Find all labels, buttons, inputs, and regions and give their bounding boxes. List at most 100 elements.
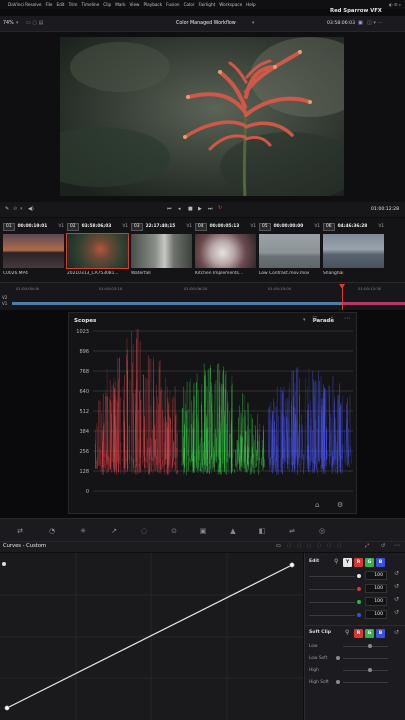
timeline-clip-bar-pink[interactable] bbox=[342, 302, 405, 305]
red-slider[interactable] bbox=[309, 589, 355, 590]
expand-icon[interactable]: ⤢ bbox=[328, 316, 333, 324]
rgb-mixer-icon[interactable]: ◔ bbox=[46, 525, 58, 537]
color-wheels-icon[interactable]: ⇄ bbox=[14, 525, 26, 537]
soft-clip-blue-chip[interactable]: B bbox=[376, 629, 385, 638]
go-to-start-icon[interactable]: ⏮ bbox=[167, 206, 172, 212]
title-dropdown-icon[interactable]: ▾ bbox=[252, 21, 254, 26]
menu-workspace[interactable]: Workspace bbox=[219, 2, 242, 7]
timeline-ruler[interactable]: 01:00:00:00 01:00:03:10 01:00:06:20 01:0… bbox=[12, 283, 405, 293]
curves-options-icon[interactable]: ⋯ bbox=[394, 542, 400, 549]
menu-fusion[interactable]: Fusion bbox=[166, 2, 179, 7]
lum-vs-sat-icon[interactable]: ◌ bbox=[317, 543, 321, 549]
clip-thumbnail[interactable]: 04 00:00:05:13 V1 Kitchen Implements... bbox=[195, 222, 256, 277]
gear-icon[interactable]: ⚙ bbox=[337, 501, 343, 509]
settings-icon[interactable]: ☷ bbox=[312, 316, 317, 323]
magic-mask-icon[interactable]: ▣ bbox=[197, 525, 209, 537]
low-slider[interactable] bbox=[343, 646, 388, 647]
reset-blue-icon[interactable]: ↺ bbox=[394, 609, 399, 616]
hue-vs-hue-icon[interactable]: ◌ bbox=[287, 543, 291, 549]
blue-intensity-field[interactable]: 100 bbox=[365, 610, 387, 619]
link-icon[interactable]: ⚲ bbox=[345, 629, 349, 636]
menu-playback[interactable]: Playback bbox=[143, 2, 162, 7]
key-icon[interactable]: ◧ bbox=[256, 525, 268, 537]
custom-curve-icon[interactable]: ▭ bbox=[276, 543, 281, 549]
low-soft-slider[interactable] bbox=[343, 658, 388, 659]
wipe-icon[interactable]: ▭ ▢ ▤ bbox=[26, 20, 43, 26]
reset-luma-icon[interactable]: ↺ bbox=[394, 570, 399, 577]
high-soft-slider-handle[interactable] bbox=[336, 680, 340, 684]
viewer-options-icon[interactable]: ▣ bbox=[358, 20, 363, 26]
curves-graph[interactable] bbox=[0, 553, 303, 720]
hue-vs-sat-icon[interactable]: ◌ bbox=[297, 543, 301, 549]
green-intensity-field[interactable]: 100 bbox=[365, 597, 387, 606]
step-back-icon[interactable]: ◂ bbox=[178, 206, 181, 212]
mini-timeline[interactable]: 01:00:00:00 01:00:03:10 01:00:06:20 01:0… bbox=[0, 282, 405, 310]
clip-thumbnail[interactable]: 05 00:00:00:00 V1 Low Contrast.mov.mov bbox=[259, 222, 320, 277]
red-intensity-field[interactable]: 100 bbox=[365, 584, 387, 593]
blur-icon[interactable]: ▲ bbox=[227, 525, 239, 537]
green-chip[interactable]: G bbox=[365, 558, 374, 567]
high-slider-handle[interactable] bbox=[368, 668, 372, 672]
home-icon[interactable]: ⌂ bbox=[315, 501, 319, 509]
loop-icon[interactable]: ⊘ bbox=[13, 206, 17, 212]
window-icon[interactable]: ◌ bbox=[138, 525, 150, 537]
play-icon[interactable]: ▶ bbox=[198, 206, 202, 212]
curves-icon[interactable]: ↗ bbox=[108, 525, 120, 537]
viewer-mode-icons[interactable]: ◫ ▾ ⋯ bbox=[367, 20, 382, 26]
reset-green-icon[interactable]: ↺ bbox=[394, 596, 399, 603]
expand-curves-icon[interactable]: ⤢ bbox=[365, 543, 369, 549]
stop-icon[interactable]: ■ bbox=[188, 206, 193, 212]
luma-intensity-field[interactable]: 100 bbox=[365, 571, 387, 580]
high-soft-slider[interactable] bbox=[343, 682, 388, 683]
timeline-clip-bar[interactable] bbox=[12, 302, 342, 305]
curve-editor[interactable] bbox=[0, 553, 303, 720]
clip-thumbnail[interactable]: 06 04:46:36:28 V1 Shanghai bbox=[323, 222, 384, 277]
menu-timeline[interactable]: Timeline bbox=[81, 2, 99, 7]
sat-vs-sat-icon[interactable]: ◌ bbox=[327, 543, 331, 549]
audio-icon[interactable]: ◀) bbox=[28, 206, 34, 212]
link-icon[interactable]: ⚲ bbox=[334, 558, 338, 565]
reset-red-icon[interactable]: ↺ bbox=[394, 583, 399, 590]
hue-vs-lum-icon[interactable]: ◌ bbox=[307, 543, 311, 549]
clip-thumbnail-selected[interactable]: 02 03:58:06;03 V1 20210313_CA753081... bbox=[66, 222, 129, 277]
menu-mark[interactable]: Mark bbox=[115, 2, 125, 7]
pencil-icon[interactable]: ✎ bbox=[5, 206, 9, 212]
menu-view[interactable]: View bbox=[130, 2, 140, 7]
more-options-icon[interactable]: ⋯ bbox=[344, 315, 350, 322]
menu-color[interactable]: Color bbox=[184, 2, 195, 7]
high-slider[interactable] bbox=[343, 670, 388, 671]
loop-playback-icon[interactable]: ↻ bbox=[218, 205, 222, 211]
go-to-end-icon[interactable]: ⏭ bbox=[208, 206, 213, 212]
sat-vs-lum-icon[interactable]: ◌ bbox=[337, 543, 341, 549]
luma-chip[interactable]: Y bbox=[343, 558, 352, 567]
luma-slider[interactable] bbox=[309, 576, 355, 577]
menu-edit[interactable]: Edit bbox=[56, 2, 64, 7]
3d-icon[interactable]: ◎ bbox=[316, 525, 328, 537]
menu-trim[interactable]: Trim bbox=[69, 2, 78, 7]
chevron-down-icon[interactable]: ▾ bbox=[303, 317, 306, 323]
menu-clip[interactable]: Clip bbox=[103, 2, 111, 7]
clip-thumbnail[interactable]: 03 22:17:40;15 V1 Waterfall bbox=[131, 222, 192, 277]
reset-soft-clip-icon[interactable]: ↺ bbox=[394, 629, 399, 636]
sizing-icon[interactable]: ⇌ bbox=[286, 525, 298, 537]
soft-clip-red-chip[interactable]: R bbox=[354, 629, 363, 638]
menu-app[interactable]: DaVinci Resolve bbox=[8, 2, 41, 7]
menu-file[interactable]: File bbox=[45, 2, 52, 7]
low-soft-slider-handle[interactable] bbox=[336, 656, 340, 660]
soft-clip-green-chip[interactable]: G bbox=[365, 629, 374, 638]
menu-help[interactable]: Help bbox=[246, 2, 256, 7]
motion-effects-icon[interactable]: ✳ bbox=[77, 525, 89, 537]
blue-slider[interactable] bbox=[309, 615, 355, 616]
dropdown-icon[interactable]: ▾ bbox=[20, 206, 23, 212]
red-chip[interactable]: R bbox=[354, 558, 363, 567]
reset-curves-icon[interactable]: ↺ bbox=[381, 543, 385, 549]
green-slider[interactable] bbox=[309, 602, 355, 603]
menu-fairlight[interactable]: Fairlight bbox=[199, 2, 216, 7]
clip-thumbnail[interactable]: 01 00:00:19:01 V1 C0026.MP4 bbox=[3, 222, 64, 277]
zoom-level[interactable]: 74% bbox=[3, 21, 14, 26]
video-frame[interactable] bbox=[60, 37, 344, 196]
zoom-dropdown-icon[interactable]: ▾ bbox=[16, 21, 18, 26]
blue-chip[interactable]: B bbox=[376, 558, 385, 567]
low-slider-handle[interactable] bbox=[368, 644, 372, 648]
tracker-icon[interactable]: ⊙ bbox=[168, 525, 180, 537]
